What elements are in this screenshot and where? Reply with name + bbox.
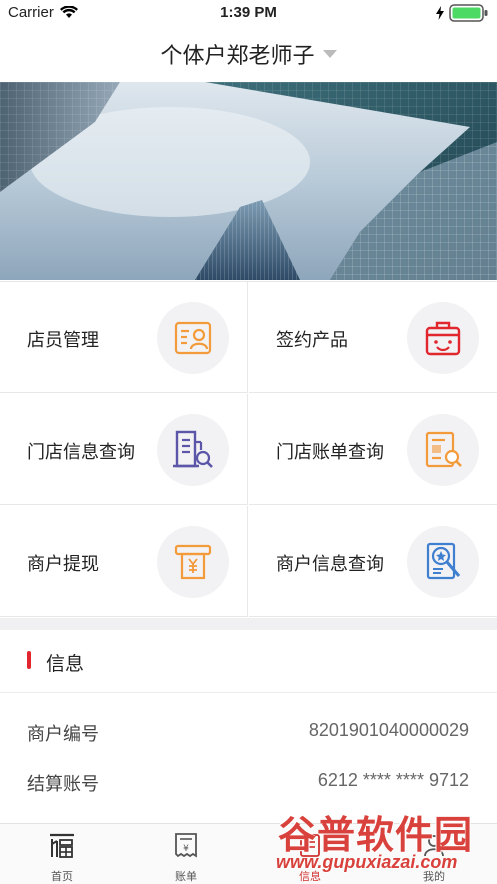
grid-item-clerk-management[interactable]: 店员管理 — [0, 282, 248, 393]
merchant-id-value: 8201901040000029 — [308, 720, 469, 740]
merchant-id-row: 商户编号 8201901040000029 — [0, 708, 497, 756]
watermark-url: www.gupuxiazai.com — [276, 852, 458, 872]
banner-image — [0, 82, 497, 280]
bill-icon: ¥ — [175, 833, 197, 858]
grid-item-signed-products[interactable]: 签约产品 — [249, 282, 497, 393]
skyscraper-illustration — [0, 82, 497, 280]
merchant-info-icon — [426, 542, 461, 580]
grid-item-label: 门店信息查询 — [27, 442, 135, 463]
info-section-header: 信息 — [0, 630, 497, 693]
grid-item-merchant-withdraw[interactable]: 商户提现 — [0, 506, 248, 617]
battery-icon — [449, 4, 488, 22]
function-grid: 店员管理 签约产品 门店信息查询 门店账单查询 商户提现 商户信息查询 — [0, 281, 497, 618]
tab-home[interactable]: 首页 — [0, 824, 124, 884]
tab-bill[interactable]: ¥ 账单 — [124, 824, 248, 884]
dropdown-caret-icon — [322, 50, 337, 58]
settlement-account-value: 6212 **** **** 9712 — [317, 770, 469, 790]
grid-item-label: 商户信息查询 — [276, 554, 384, 575]
clerk-card-icon — [174, 321, 212, 355]
watermark-title: 谷普软件园 — [278, 813, 474, 857]
store-bill-icon — [425, 431, 462, 468]
grid-item-store-bill-query[interactable]: 门店账单查询 — [249, 394, 497, 505]
grid-item-label: 店员管理 — [27, 330, 99, 351]
charging-icon — [436, 6, 444, 20]
site-watermark: 谷普软件园 www.gupuxiazai.com — [272, 802, 494, 882]
merchant-id-label: 商户编号 — [27, 724, 99, 745]
nav-title: 个体户郑老师子 — [160, 44, 315, 69]
grid-item-merchant-info-query[interactable]: 商户信息查询 — [249, 506, 497, 617]
merchant-switcher[interactable]: 个体户郑老师子 — [0, 38, 497, 70]
grid-item-label: 门店账单查询 — [276, 442, 384, 463]
home-icon — [50, 833, 74, 858]
tab-label: 账单 — [175, 870, 197, 883]
product-bag-icon — [425, 321, 461, 356]
nav-bar: 个体户郑老师子 — [0, 26, 497, 82]
settlement-account-row: 结算账号 6212 **** **** 9712 — [0, 758, 497, 806]
section-marker — [27, 651, 31, 669]
store-info-icon — [173, 430, 213, 468]
tab-label: 首页 — [51, 870, 73, 883]
settlement-account-label: 结算账号 — [27, 774, 99, 795]
clock-time: 1:39 PM — [220, 4, 277, 21]
section-divider — [0, 618, 497, 630]
withdraw-icon — [174, 544, 212, 580]
status-bar: Carrier 1:39 PM — [0, 0, 497, 26]
grid-item-store-info-query[interactable]: 门店信息查询 — [0, 394, 248, 505]
grid-item-label: 商户提现 — [27, 554, 99, 575]
svg-text:¥: ¥ — [183, 844, 189, 854]
grid-item-label: 签约产品 — [276, 330, 348, 351]
info-section-title: 信息 — [46, 653, 85, 675]
